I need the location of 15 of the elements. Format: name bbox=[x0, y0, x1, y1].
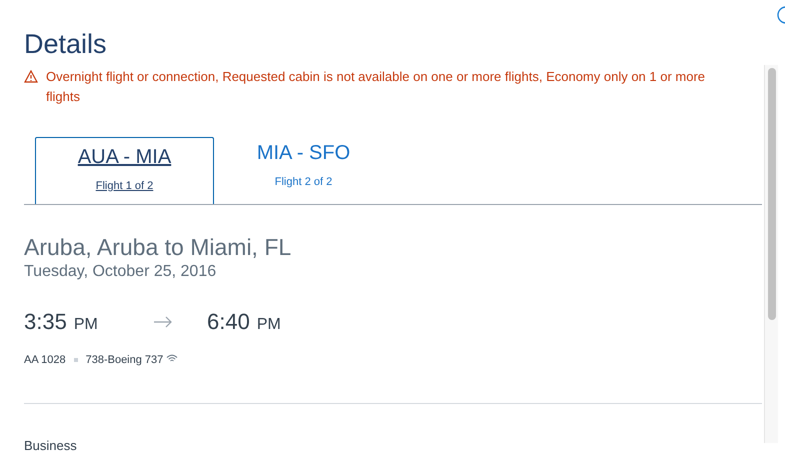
departure-time: 3:35 PM bbox=[24, 308, 99, 336]
warning-icon bbox=[24, 70, 38, 83]
cabin-class: Business bbox=[24, 436, 78, 454]
arrival-time: 6:40 PM bbox=[207, 308, 281, 336]
flight-tab[interactable]: AUA - MIA Flight 1 of 2 bbox=[35, 137, 214, 204]
arrow-icon bbox=[153, 316, 173, 328]
flight-number: AA 1028 bbox=[24, 353, 66, 368]
aircraft-type: 738-Boeing 737 bbox=[86, 353, 164, 368]
route-heading: Aruba, Aruba to Miami, FL bbox=[24, 233, 292, 261]
warning-message: Overnight flight or connection, Requested cabin is not available on one or more flights, Economy only on 1 or more flights bbox=[46, 68, 706, 106]
flight-date: Tuesday, October 25, 2016 bbox=[24, 262, 218, 282]
page-title: Details bbox=[24, 28, 108, 60]
wifi-icon bbox=[166, 354, 178, 364]
scrollbar[interactable] bbox=[764, 65, 778, 443]
flight-tab[interactable]: MIA - SFO Flight 2 of 2 bbox=[214, 137, 393, 204]
